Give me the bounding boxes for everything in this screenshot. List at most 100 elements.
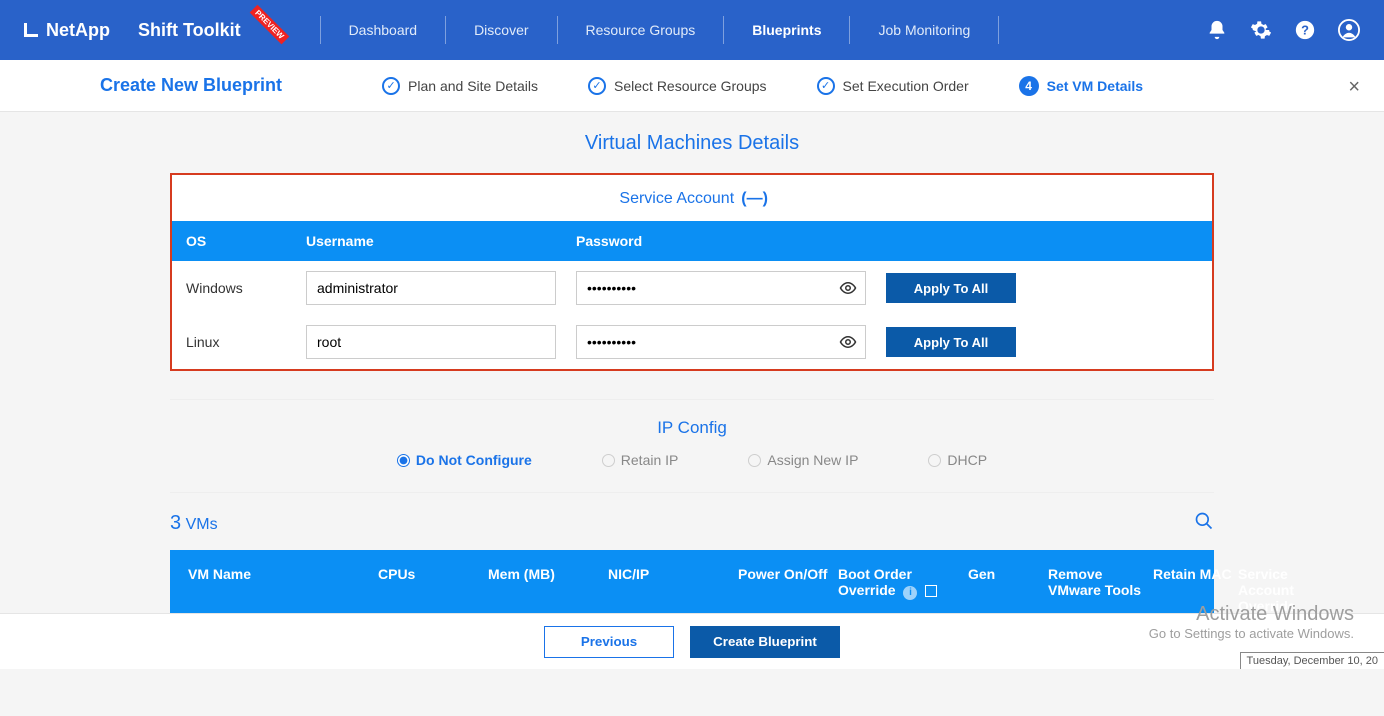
- product-text: Shift Toolkit: [138, 20, 241, 41]
- product-name: Shift Toolkit PREVIEW: [138, 20, 292, 41]
- step-select-resource-groups[interactable]: ✓ Select Resource Groups: [588, 76, 767, 96]
- nav-separator: [849, 16, 850, 44]
- service-account-header-row: OS Username Password: [172, 221, 1212, 261]
- service-account-row-linux: Linux Apply To All: [172, 315, 1212, 369]
- create-blueprint-button[interactable]: Create Blueprint: [690, 626, 840, 658]
- previous-button[interactable]: Previous: [544, 626, 674, 658]
- password-wrap: [576, 271, 866, 305]
- col-gen: Gen: [968, 566, 1048, 582]
- apply-to-all-button-linux[interactable]: Apply To All: [886, 327, 1016, 357]
- radio-dhcp[interactable]: DHCP: [928, 452, 987, 468]
- radio-input[interactable]: [748, 454, 761, 467]
- wizard-title: Create New Blueprint: [100, 75, 282, 96]
- check-icon: ✓: [382, 77, 400, 95]
- brand-text: NetApp: [46, 20, 110, 41]
- radio-do-not-configure[interactable]: Do Not Configure: [397, 452, 532, 468]
- vm-details-title: Virtual Machines Details: [170, 132, 1214, 155]
- radio-input[interactable]: [928, 454, 941, 467]
- radio-retain-ip[interactable]: Retain IP: [602, 452, 679, 468]
- top-nav-right: ?: [1206, 19, 1360, 41]
- service-account-title-text: Service Account: [619, 190, 734, 207]
- help-icon[interactable]: ?: [1294, 19, 1316, 41]
- boot-override-checkbox[interactable]: [925, 585, 937, 597]
- col-retain-mac: Retain MAC: [1153, 566, 1238, 582]
- vms-count-label: 3 VMs: [170, 512, 218, 535]
- service-account-title: Service Account (—): [172, 175, 1212, 221]
- top-nav: NetApp Shift Toolkit PREVIEW Dashboard D…: [0, 0, 1384, 60]
- radio-label: Assign New IP: [767, 452, 858, 468]
- check-icon: ✓: [588, 77, 606, 95]
- nav-separator: [557, 16, 558, 44]
- radio-label: DHCP: [947, 452, 987, 468]
- col-password: Password: [576, 233, 866, 249]
- col-boot-order: Boot Order Override i: [838, 566, 968, 600]
- password-input-windows[interactable]: [576, 271, 866, 305]
- step-label: Select Resource Groups: [614, 78, 767, 94]
- radio-input[interactable]: [397, 454, 410, 467]
- collapse-icon[interactable]: (—): [745, 189, 765, 209]
- vms-label: VMs: [186, 516, 218, 533]
- col-nic-ip: NIC/IP: [608, 566, 738, 582]
- step-set-execution-order[interactable]: ✓ Set Execution Order: [817, 76, 969, 96]
- check-icon: ✓: [817, 77, 835, 95]
- password-input-linux[interactable]: [576, 325, 866, 359]
- gear-icon[interactable]: [1250, 19, 1272, 41]
- os-label: Linux: [186, 334, 286, 350]
- wizard-steps: ✓ Plan and Site Details ✓ Select Resourc…: [382, 76, 1143, 96]
- service-account-row-windows: Windows Apply To All: [172, 261, 1212, 315]
- col-boot-text: Boot Order Override: [838, 566, 912, 598]
- step-plan-details[interactable]: ✓ Plan and Site Details: [382, 76, 538, 96]
- step-label: Set VM Details: [1047, 78, 1143, 94]
- nav-resource-groups[interactable]: Resource Groups: [586, 22, 696, 38]
- apply-to-all-button-windows[interactable]: Apply To All: [886, 273, 1016, 303]
- ip-config-options: Do Not Configure Retain IP Assign New IP…: [170, 452, 1214, 468]
- ip-config-section: IP Config Do Not Configure Retain IP Ass…: [170, 399, 1214, 468]
- search-icon[interactable]: [1194, 511, 1214, 536]
- nav-discover[interactable]: Discover: [474, 22, 528, 38]
- step-label: Set Execution Order: [843, 78, 969, 94]
- user-icon[interactable]: [1338, 19, 1360, 41]
- vms-count: 3: [170, 512, 181, 534]
- ip-config-title: IP Config: [170, 418, 1214, 438]
- col-power: Power On/Off: [738, 566, 838, 582]
- top-nav-left: NetApp Shift Toolkit PREVIEW Dashboard D…: [24, 16, 999, 44]
- step-set-vm-details[interactable]: 4 Set VM Details: [1019, 76, 1143, 96]
- col-cpus: CPUs: [378, 566, 488, 582]
- password-wrap: [576, 325, 866, 359]
- col-apply: [886, 233, 1026, 249]
- username-input-linux[interactable]: [306, 325, 556, 359]
- col-os: OS: [186, 233, 286, 249]
- col-mem: Mem (MB): [488, 566, 608, 582]
- info-icon[interactable]: i: [903, 586, 917, 600]
- nav-separator: [723, 16, 724, 44]
- nav-separator: [445, 16, 446, 44]
- step-label: Plan and Site Details: [408, 78, 538, 94]
- service-account-section: Service Account (—) OS Username Password…: [170, 173, 1214, 371]
- nav-dashboard[interactable]: Dashboard: [349, 22, 418, 38]
- nav-job-monitoring[interactable]: Job Monitoring: [878, 22, 970, 38]
- nav-separator: [998, 16, 999, 44]
- preview-badge: PREVIEW: [249, 4, 289, 44]
- vms-summary-line: 3 VMs: [170, 492, 1214, 536]
- radio-input[interactable]: [602, 454, 615, 467]
- eye-icon[interactable]: [838, 278, 858, 298]
- nav-separator: [320, 16, 321, 44]
- step-number: 4: [1019, 76, 1039, 96]
- col-service-account-override: Service Account Override: [1238, 566, 1333, 614]
- col-remove-vmware-tools: Remove VMware Tools: [1048, 566, 1153, 598]
- radio-assign-new-ip[interactable]: Assign New IP: [748, 452, 858, 468]
- radio-label: Do Not Configure: [416, 452, 532, 468]
- nav-blueprints[interactable]: Blueprints: [752, 22, 821, 38]
- date-strip: Tuesday, December 10, 20: [1240, 652, 1384, 669]
- radio-label: Retain IP: [621, 452, 679, 468]
- close-icon[interactable]: ×: [1348, 76, 1360, 99]
- brand: NetApp: [24, 20, 110, 41]
- eye-icon[interactable]: [838, 332, 858, 352]
- svg-text:?: ?: [1301, 23, 1309, 38]
- col-vm-name: VM Name: [188, 566, 378, 582]
- wizard-footer: Previous Create Blueprint: [0, 613, 1384, 669]
- netapp-logo-icon: [24, 23, 38, 37]
- bell-icon[interactable]: [1206, 19, 1228, 41]
- username-input-windows[interactable]: [306, 271, 556, 305]
- wizard-header: Create New Blueprint ✓ Plan and Site Det…: [0, 60, 1384, 112]
